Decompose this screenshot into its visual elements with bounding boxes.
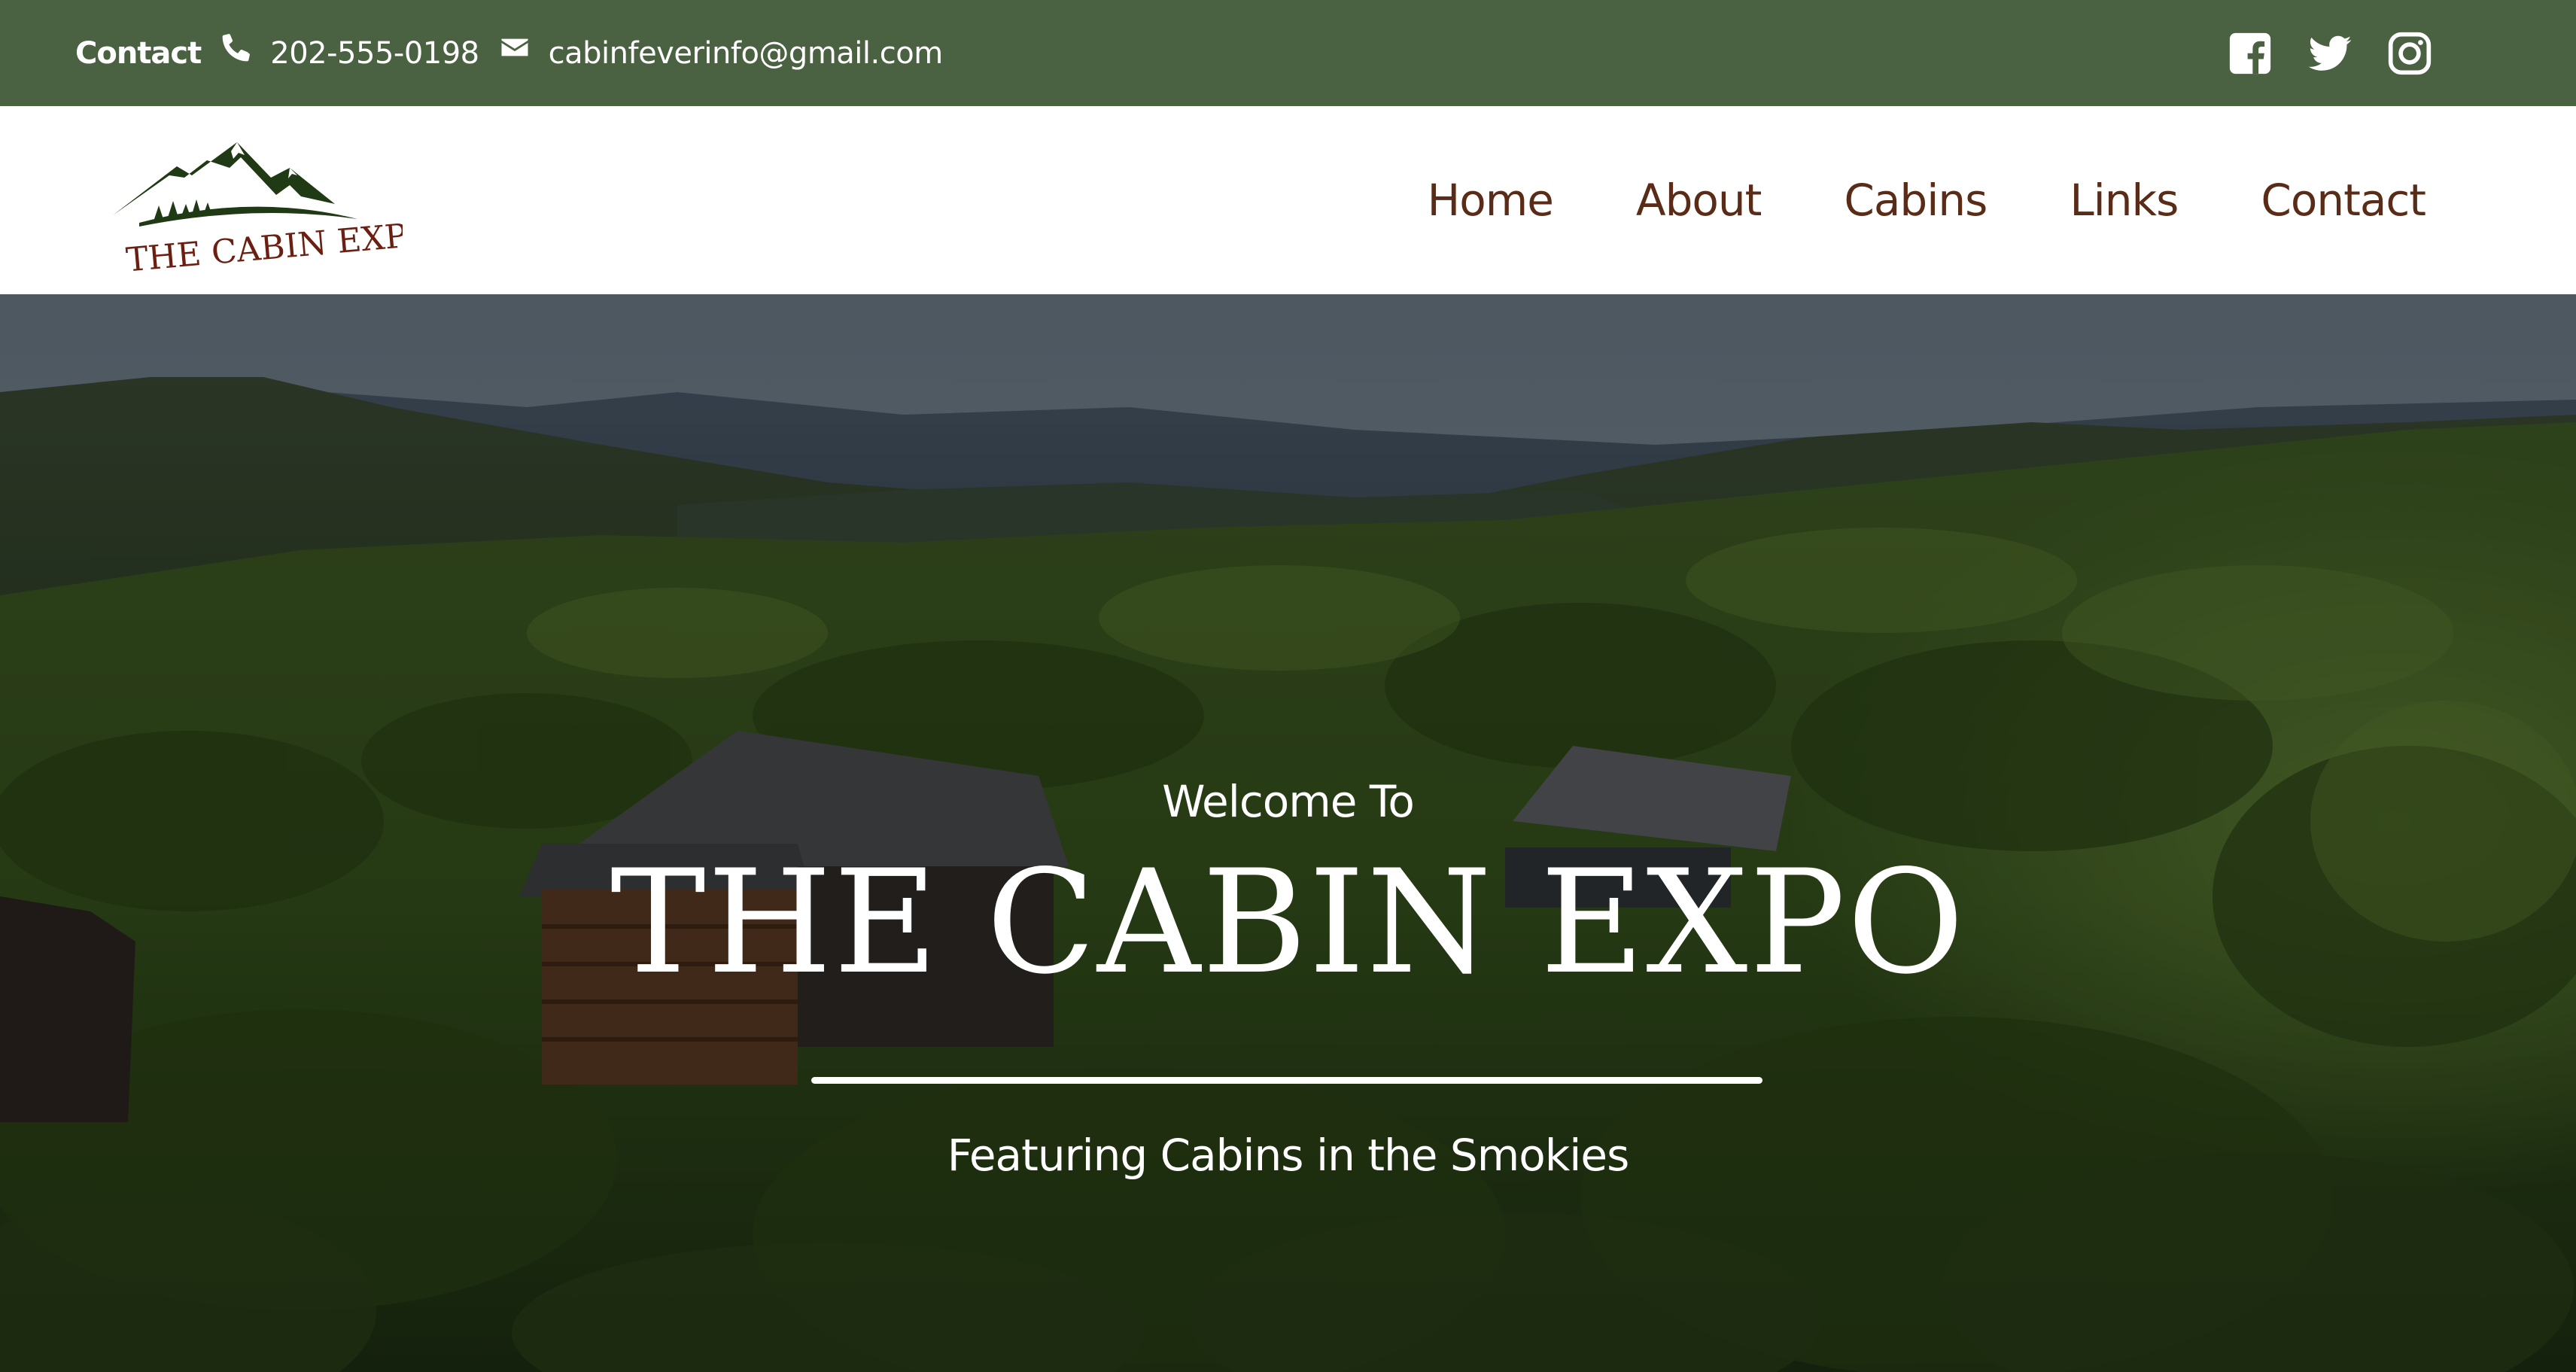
nav-contact[interactable]: Contact — [2261, 175, 2426, 226]
main-nav: Home About Cabins Links Contact — [1428, 106, 2426, 294]
nav-about[interactable]: About — [1636, 175, 1762, 226]
phone-number[interactable]: 202-555-0198 — [270, 36, 479, 71]
nav-links[interactable]: Links — [2070, 175, 2179, 226]
envelope-icon — [499, 32, 531, 63]
hero-welcome: Welcome To — [1162, 776, 1415, 827]
main-header: THE CABIN EXPO Home About Cabins Links C… — [0, 106, 2576, 294]
cabin-expo-logo[interactable]: THE CABIN EXPO — [109, 121, 403, 272]
hero-subtitle: Featuring Cabins in the Smokies — [947, 1130, 1630, 1181]
hero-content: Welcome To THE CABIN EXPO Featuring Cabi… — [0, 294, 2576, 1372]
nav-home[interactable]: Home — [1428, 175, 1554, 226]
top-contact-bar: Contact 202-555-0198 cabinfeverinfo@gmai… — [0, 0, 2576, 106]
facebook-icon[interactable] — [2227, 30, 2273, 77]
logo-text: THE CABIN EXPO — [124, 214, 403, 272]
hero-section: Welcome To THE CABIN EXPO Featuring Cabi… — [0, 294, 2576, 1372]
instagram-icon[interactable] — [2386, 30, 2433, 77]
hero-divider — [811, 1077, 1762, 1084]
email-address[interactable]: cabinfeverinfo@gmail.com — [549, 36, 944, 71]
contact-label: Contact — [75, 35, 202, 71]
phone-icon — [220, 32, 252, 63]
twitter-icon[interactable] — [2307, 30, 2353, 77]
contact-info: Contact 202-555-0198 cabinfeverinfo@gmai… — [75, 0, 943, 106]
social-links — [2227, 0, 2433, 106]
nav-cabins[interactable]: Cabins — [1844, 175, 1988, 226]
hero-title: THE CABIN EXPO — [610, 839, 1966, 1005]
